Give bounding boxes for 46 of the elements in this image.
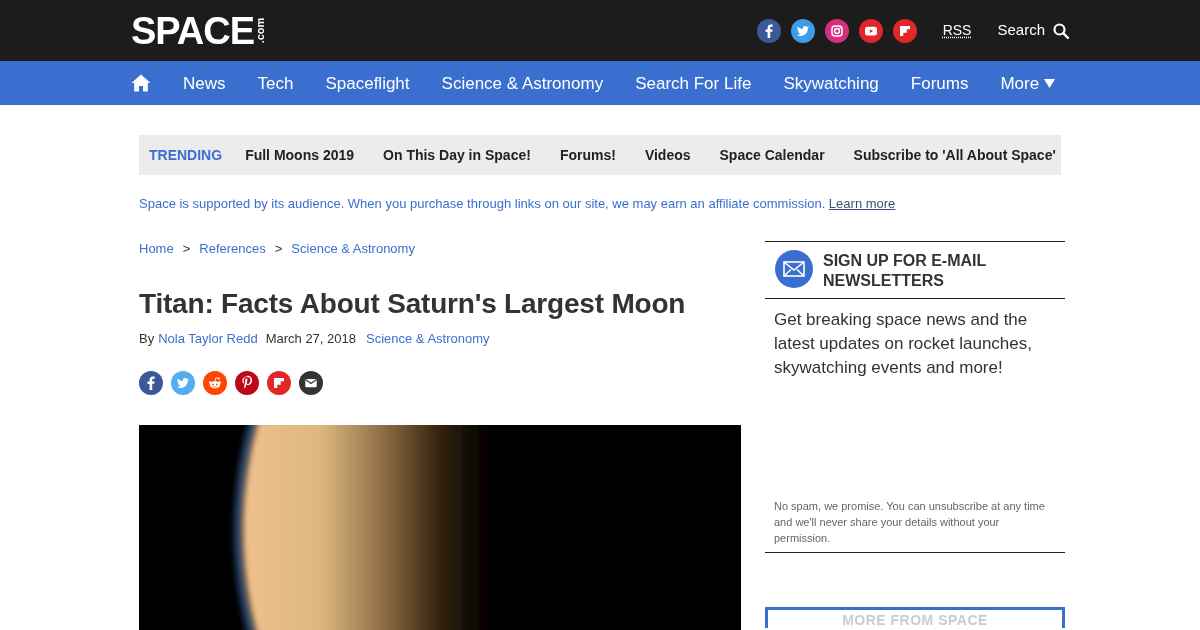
nav-link[interactable]: Spaceflight	[325, 74, 410, 92]
trending-label: TRENDING	[149, 145, 223, 165]
breadcrumb-link[interactable]: References	[199, 241, 266, 257]
facebook-icon[interactable]	[756, 18, 781, 43]
category-link[interactable]: Science & Astronomy	[366, 331, 490, 347]
byline-prefix: By	[139, 331, 155, 347]
article-title: Titan: Facts About Saturn's Largest Moon	[139, 287, 686, 321]
home-icon[interactable]	[131, 74, 151, 92]
learn-more-link[interactable]: Learn more	[828, 196, 896, 211]
nav-link[interactable]: Science & Astronomy	[441, 74, 604, 92]
privacy-note: No spam, we promise. You can unsubscribe at any time and we'll never share your details without your permission.	[774, 499, 1046, 546]
newsletter-description: Get breaking space news and the latest updates on rocket launches, skywatching events and more!	[774, 309, 1033, 379]
breadcrumb-link[interactable]: Science & Astronomy	[291, 241, 415, 257]
trending-link[interactable]: Space Calendar	[719, 144, 825, 166]
trending-link[interactable]: Subscribe to 'All About Space'	[853, 144, 1056, 166]
pinterest-icon[interactable]	[235, 371, 259, 395]
search-icon	[1053, 22, 1069, 39]
publish-date: March 27, 2018	[265, 331, 356, 347]
youtube-icon[interactable]	[858, 18, 883, 43]
more-menu[interactable]: More	[1000, 74, 1056, 92]
email-icon[interactable]	[299, 371, 323, 395]
trending-link[interactable]: Videos	[644, 144, 691, 166]
trending-link[interactable]: On This Day in Space!	[383, 144, 531, 166]
breadcrumb-separator: >	[182, 241, 191, 257]
facebook-icon[interactable]	[139, 371, 163, 395]
author-link[interactable]: Nola Taylor Redd	[158, 331, 258, 347]
nav-link[interactable]: News	[183, 74, 226, 92]
nav-link[interactable]: Search For Life	[635, 74, 752, 92]
breadcrumb-separator: >	[274, 241, 283, 257]
caret-icon	[1044, 78, 1056, 88]
search-button[interactable]: Search	[997, 19, 1069, 42]
nav-link[interactable]: Forums	[910, 74, 969, 92]
nav-link[interactable]: Tech	[257, 74, 294, 92]
flipboard-icon[interactable]	[892, 18, 917, 43]
trending-link[interactable]: Full Moons 2019	[245, 144, 355, 166]
instagram-icon[interactable]	[824, 18, 849, 43]
breadcrumb-link[interactable]: Home	[139, 241, 174, 257]
newsletter-heading: SIGN UP FOR E-MAIL NEWSLETTERS	[823, 251, 987, 291]
trending-link[interactable]: Forums!	[559, 144, 616, 166]
envelope-icon	[775, 250, 813, 288]
reddit-icon[interactable]	[203, 371, 227, 395]
twitter-icon[interactable]	[790, 18, 815, 43]
nav-link[interactable]: Skywatching	[783, 74, 879, 92]
rss-link[interactable]: RSS	[942, 20, 972, 41]
affiliate-notice: Space is supported by its audience. When you purchase through links on our site, we may earn an affiliate commission. Learn more	[139, 196, 896, 212]
site-logo[interactable]: SPACE .com	[131, 13, 268, 48]
